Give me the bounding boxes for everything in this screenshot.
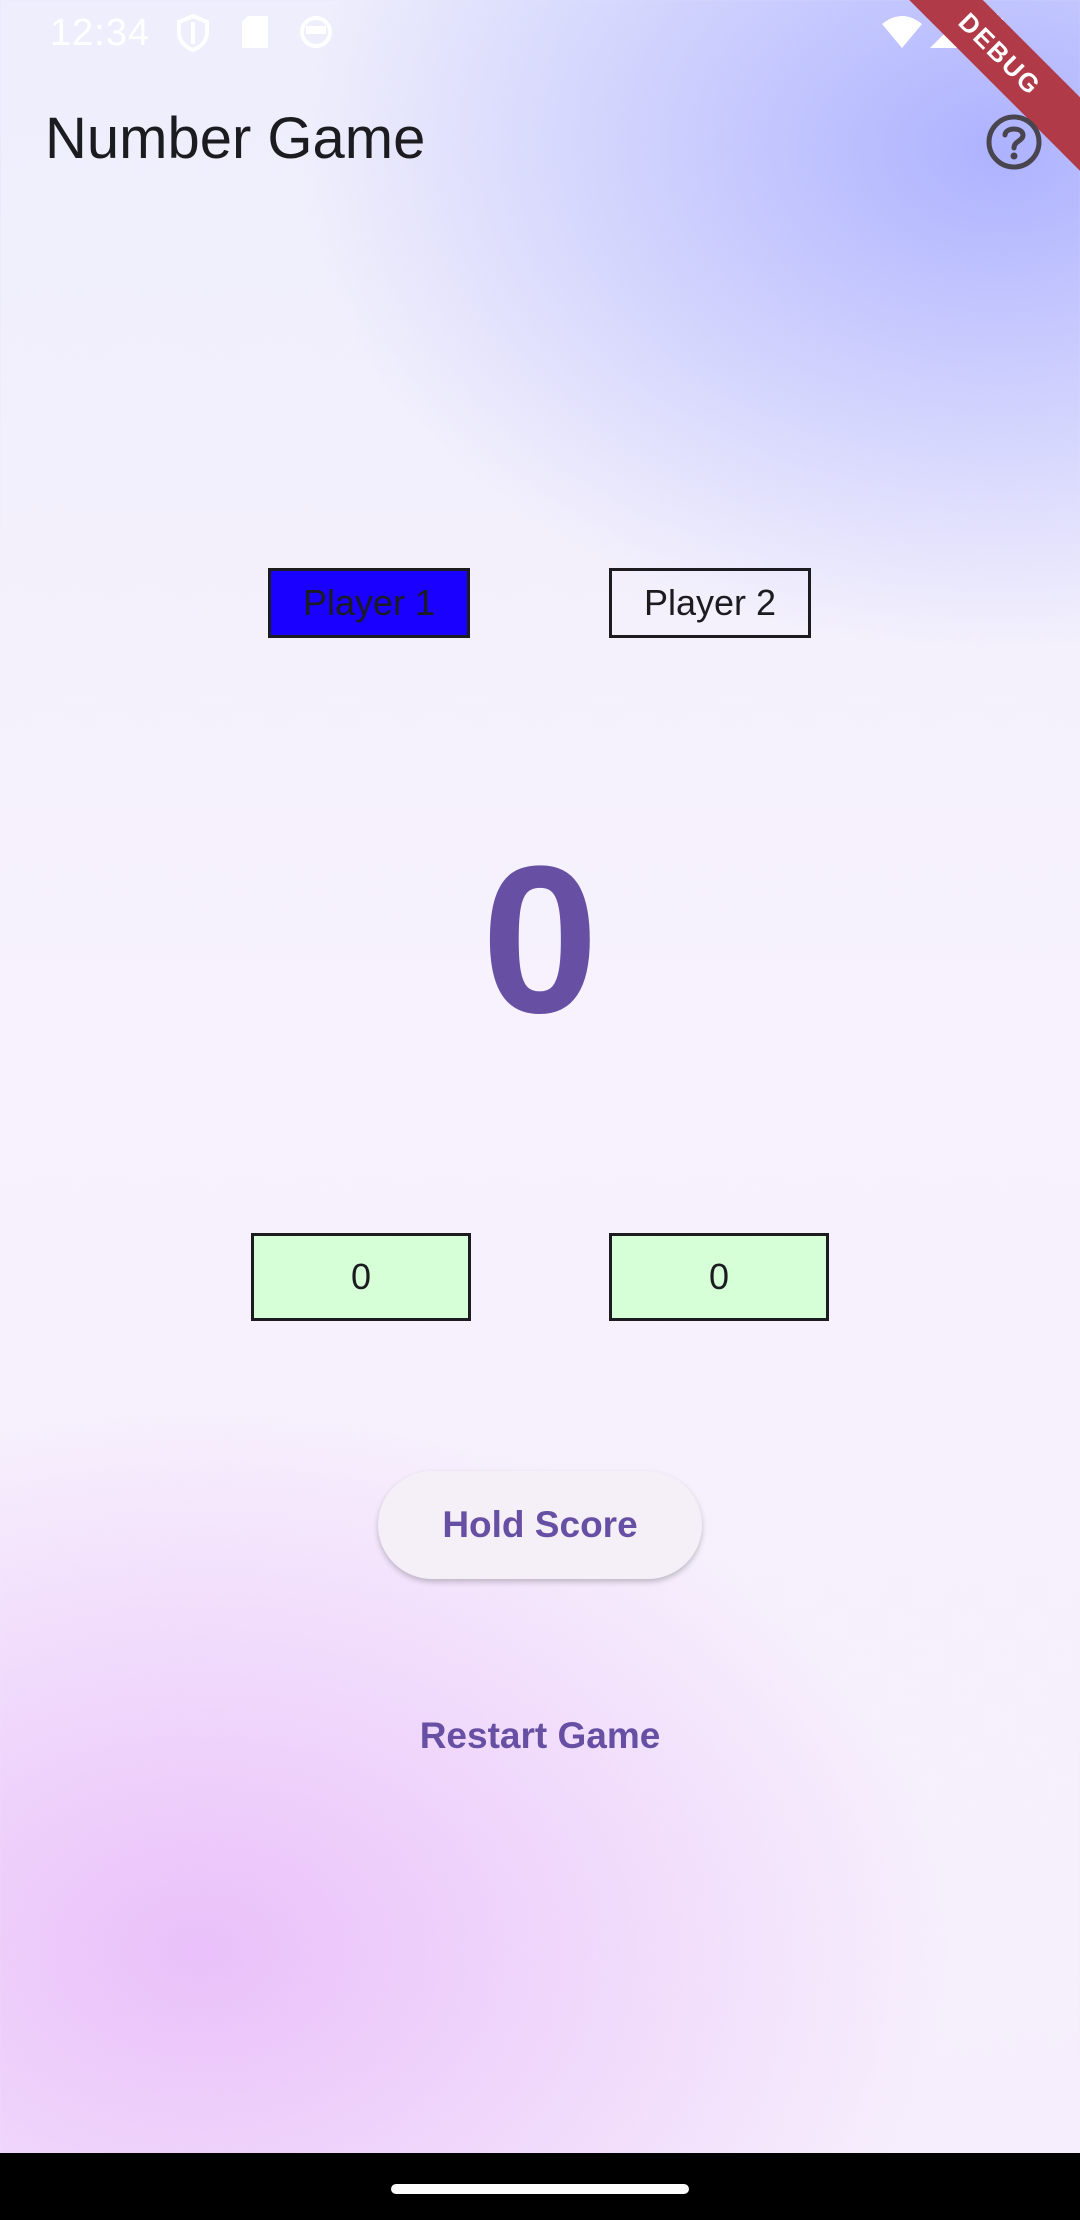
player-2-score: 0 [609,1233,829,1321]
player-2-indicator: Player 2 [609,568,811,638]
status-bar: 12:34 [0,0,1080,66]
page-title: Number Game [45,106,426,171]
shield-icon [175,14,211,52]
current-number: 0 [481,822,599,1057]
hold-score-button[interactable]: Hold Score [378,1471,702,1579]
player-1-score: 0 [251,1233,471,1321]
status-time: 12:34 [50,12,151,54]
wifi-icon [880,14,924,50]
player-1-indicator: Player 1 [268,568,470,638]
sd-card-icon [240,14,270,50]
home-gesture-handle[interactable] [391,2184,689,2194]
help-circle-icon[interactable] [984,112,1044,172]
restart-game-button[interactable]: Restart Game [0,1715,1080,1757]
robot-face-icon [298,14,334,50]
